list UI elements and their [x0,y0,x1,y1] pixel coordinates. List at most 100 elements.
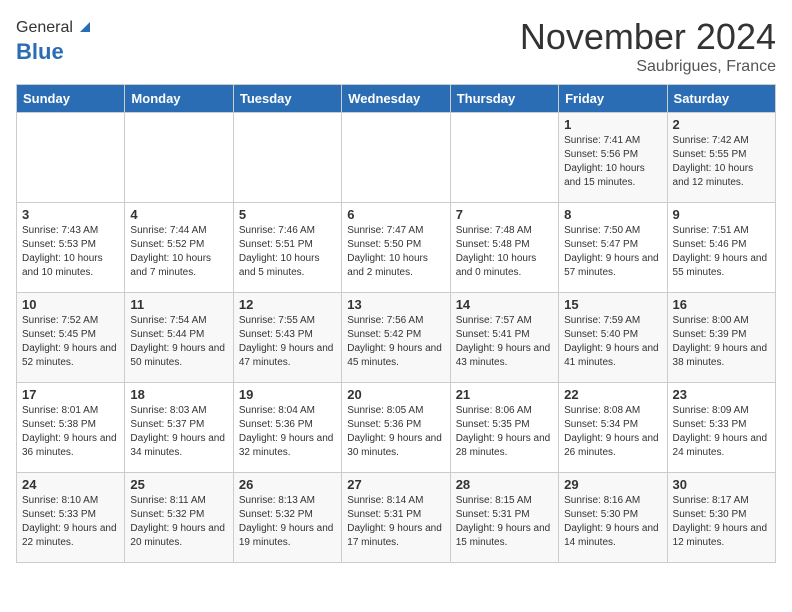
calendar-cell: 19 Sunrise: 8:04 AMSunset: 5:36 PMDayligh… [233,383,341,473]
day-number: 24 [22,477,119,492]
day-header-saturday: Saturday [667,85,775,113]
calendar-cell: 29 Sunrise: 8:16 AMSunset: 5:30 PMDayligh… [559,473,667,563]
calendar-cell: 7 Sunrise: 7:48 AMSunset: 5:48 PMDaylight… [450,203,558,293]
calendar-table: SundayMondayTuesdayWednesdayThursdayFrid… [16,84,776,563]
day-number: 12 [239,297,336,312]
cell-info: Sunrise: 7:55 AMSunset: 5:43 PMDaylight:… [239,314,336,370]
day-number: 7 [456,207,553,222]
calendar-cell: 25 Sunrise: 8:11 AMSunset: 5:32 PMDayligh… [125,473,233,563]
calendar-cell: 1 Sunrise: 7:41 AMSunset: 5:56 PMDaylight… [559,113,667,203]
day-number: 20 [347,387,444,402]
day-number: 16 [673,297,770,312]
day-number: 17 [22,387,119,402]
cell-info: Sunrise: 8:03 AMSunset: 5:37 PMDaylight:… [130,404,227,460]
cell-info: Sunrise: 8:06 AMSunset: 5:35 PMDaylight:… [456,404,553,460]
cell-info: Sunrise: 7:42 AMSunset: 5:55 PMDaylight:… [673,134,770,190]
cell-info: Sunrise: 8:16 AMSunset: 5:30 PMDaylight:… [564,494,661,550]
calendar-cell: 17 Sunrise: 8:01 AMSunset: 5:38 PMDayligh… [17,383,125,473]
cell-info: Sunrise: 8:08 AMSunset: 5:34 PMDaylight:… [564,404,661,460]
calendar-cell: 10Sunrise: 7:52 AMSunset: 5:45 PMDayligh… [17,293,125,383]
day-number: 23 [673,387,770,402]
cell-info: Sunrise: 8:11 AMSunset: 5:32 PMDaylight:… [130,494,227,550]
day-number: 3 [22,207,119,222]
page-header: General Blue November 2024 Saubrigues, F… [16,16,776,76]
day-number: 2 [673,117,770,132]
day-header-tuesday: Tuesday [233,85,341,113]
day-number: 26 [239,477,336,492]
calendar-cell: 26 Sunrise: 8:13 AMSunset: 5:32 PMDayligh… [233,473,341,563]
calendar-week-row: 3 Sunrise: 7:43 AMSunset: 5:53 PMDaylight… [17,203,776,293]
calendar-cell: 21 Sunrise: 8:06 AMSunset: 5:35 PMDayligh… [450,383,558,473]
day-number: 30 [673,477,770,492]
day-number: 8 [564,207,661,222]
calendar-cell: 3 Sunrise: 7:43 AMSunset: 5:53 PMDaylight… [17,203,125,293]
cell-info: Sunrise: 7:41 AMSunset: 5:56 PMDaylight:… [564,134,661,190]
calendar-week-row: 10Sunrise: 7:52 AMSunset: 5:45 PMDayligh… [17,293,776,383]
logo: General Blue [16,16,94,65]
calendar-cell: 5Sunrise: 7:46 AMSunset: 5:51 PMDaylight… [233,203,341,293]
calendar-cell: 11Sunrise: 7:54 AMSunset: 5:44 PMDayligh… [125,293,233,383]
calendar-week-row: 1 Sunrise: 7:41 AMSunset: 5:56 PMDaylight… [17,113,776,203]
cell-info: Sunrise: 7:46 AMSunset: 5:51 PMDaylight:… [239,224,336,280]
day-number: 15 [564,297,661,312]
cell-info: Sunrise: 7:48 AMSunset: 5:48 PMDaylight:… [456,224,553,280]
calendar-cell: 14 Sunrise: 7:57 AMSunset: 5:41 PMDayligh… [450,293,558,383]
cell-info: Sunrise: 8:00 AMSunset: 5:39 PMDaylight:… [673,314,770,370]
cell-info: Sunrise: 8:13 AMSunset: 5:32 PMDaylight:… [239,494,336,550]
day-number: 27 [347,477,444,492]
day-number: 25 [130,477,227,492]
calendar-week-row: 17 Sunrise: 8:01 AMSunset: 5:38 PMDayligh… [17,383,776,473]
calendar-cell: 6Sunrise: 7:47 AMSunset: 5:50 PMDaylight… [342,203,450,293]
day-header-sunday: Sunday [17,85,125,113]
day-header-thursday: Thursday [450,85,558,113]
day-number: 14 [456,297,553,312]
day-header-monday: Monday [125,85,233,113]
calendar-cell [125,113,233,203]
day-number: 28 [456,477,553,492]
cell-info: Sunrise: 8:01 AMSunset: 5:38 PMDaylight:… [22,404,119,460]
day-number: 1 [564,117,661,132]
cell-info: Sunrise: 8:14 AMSunset: 5:31 PMDaylight:… [347,494,444,550]
title-area: November 2024 Saubrigues, France [520,16,776,76]
cell-info: Sunrise: 8:05 AMSunset: 5:36 PMDaylight:… [347,404,444,460]
calendar-body: 1 Sunrise: 7:41 AMSunset: 5:56 PMDaylight… [17,113,776,563]
logo-blue-text: Blue [16,39,64,65]
cell-info: Sunrise: 8:04 AMSunset: 5:36 PMDaylight:… [239,404,336,460]
day-number: 21 [456,387,553,402]
day-number: 29 [564,477,661,492]
location: Saubrigues, France [520,58,776,76]
month-title: November 2024 [520,16,776,58]
cell-info: Sunrise: 7:57 AMSunset: 5:41 PMDaylight:… [456,314,553,370]
day-header-wednesday: Wednesday [342,85,450,113]
cell-info: Sunrise: 7:44 AMSunset: 5:52 PMDaylight:… [130,224,227,280]
cell-info: Sunrise: 8:10 AMSunset: 5:33 PMDaylight:… [22,494,119,550]
calendar-cell: 23 Sunrise: 8:09 AMSunset: 5:33 PMDayligh… [667,383,775,473]
calendar-week-row: 24 Sunrise: 8:10 AMSunset: 5:33 PMDayligh… [17,473,776,563]
cell-info: Sunrise: 7:56 AMSunset: 5:42 PMDaylight:… [347,314,444,370]
calendar-cell: 28Sunrise: 8:15 AMSunset: 5:31 PMDayligh… [450,473,558,563]
calendar-cell: 20 Sunrise: 8:05 AMSunset: 5:36 PMDayligh… [342,383,450,473]
cell-info: Sunrise: 8:09 AMSunset: 5:33 PMDaylight:… [673,404,770,460]
calendar-cell: 16 Sunrise: 8:00 AMSunset: 5:39 PMDayligh… [667,293,775,383]
day-number: 9 [673,207,770,222]
day-number: 22 [564,387,661,402]
calendar-header-row: SundayMondayTuesdayWednesdayThursdayFrid… [17,85,776,113]
calendar-cell [233,113,341,203]
calendar-cell [450,113,558,203]
cell-info: Sunrise: 7:52 AMSunset: 5:45 PMDaylight:… [22,314,119,370]
logo-general-text: General [16,19,73,37]
day-header-friday: Friday [559,85,667,113]
calendar-cell: 22 Sunrise: 8:08 AMSunset: 5:34 PMDayligh… [559,383,667,473]
day-number: 13 [347,297,444,312]
day-number: 18 [130,387,227,402]
day-number: 4 [130,207,227,222]
cell-info: Sunrise: 7:43 AMSunset: 5:53 PMDaylight:… [22,224,119,280]
calendar-cell: 15Sunrise: 7:59 AMSunset: 5:40 PMDayligh… [559,293,667,383]
calendar-cell: 12 Sunrise: 7:55 AMSunset: 5:43 PMDayligh… [233,293,341,383]
calendar-cell: 18 Sunrise: 8:03 AMSunset: 5:37 PMDayligh… [125,383,233,473]
cell-info: Sunrise: 7:50 AMSunset: 5:47 PMDaylight:… [564,224,661,280]
calendar-cell: 24 Sunrise: 8:10 AMSunset: 5:33 PMDayligh… [17,473,125,563]
cell-info: Sunrise: 7:54 AMSunset: 5:44 PMDaylight:… [130,314,227,370]
calendar-cell: 9Sunrise: 7:51 AMSunset: 5:46 PMDaylight… [667,203,775,293]
day-number: 19 [239,387,336,402]
